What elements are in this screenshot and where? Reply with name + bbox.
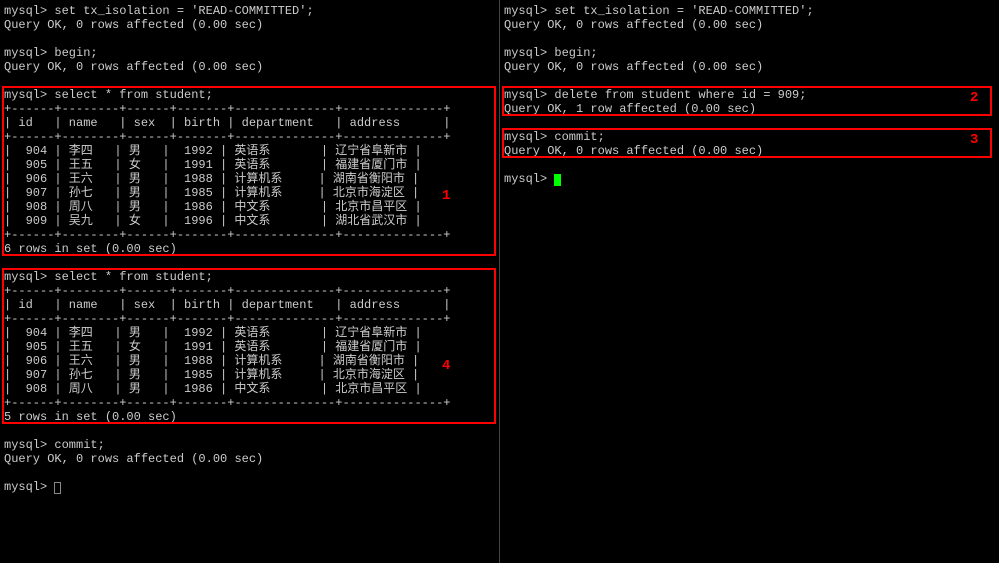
cmd-delete: mysql> delete from student where id = 90… xyxy=(504,88,995,102)
cmd-set-isolation: mysql> set tx_isolation = 'READ-COMMITTE… xyxy=(4,4,495,18)
prompt[interactable]: mysql> xyxy=(504,172,995,186)
table-row: | 904 | 李四 | 男 | 1992 | 英语系 | 辽宁省阜新市 | xyxy=(4,144,495,158)
blank xyxy=(4,74,495,88)
table-border: +------+--------+------+-------+--------… xyxy=(4,228,495,242)
table-row: | 904 | 李四 | 男 | 1992 | 英语系 | 辽宁省阜新市 | xyxy=(4,326,495,340)
table-row: | 907 | 孙七 | 男 | 1985 | 计算机系 | 北京市海淀区 | xyxy=(4,186,495,200)
blank xyxy=(504,74,995,88)
table-row: | 906 | 王六 | 男 | 1988 | 计算机系 | 湖南省衡阳市 | xyxy=(4,354,495,368)
result-ok: Query OK, 0 rows affected (0.00 sec) xyxy=(504,60,995,74)
blank xyxy=(504,116,995,130)
table-border: +------+--------+------+-------+--------… xyxy=(4,312,495,326)
blank xyxy=(504,32,995,46)
cmd-begin: mysql> begin; xyxy=(4,46,495,60)
cmd-begin: mysql> begin; xyxy=(504,46,995,60)
blank xyxy=(4,256,495,270)
result-ok: Query OK, 1 row affected (0.00 sec) xyxy=(504,102,995,116)
rows-in-set: 5 rows in set (0.00 sec) xyxy=(4,410,495,424)
cmd-set-isolation: mysql> set tx_isolation = 'READ-COMMITTE… xyxy=(504,4,995,18)
result-ok: Query OK, 0 rows affected (0.00 sec) xyxy=(504,144,995,158)
rows-in-set: 6 rows in set (0.00 sec) xyxy=(4,242,495,256)
table-row: | 906 | 王六 | 男 | 1988 | 计算机系 | 湖南省衡阳市 | xyxy=(4,172,495,186)
table-row: | 905 | 王五 | 女 | 1991 | 英语系 | 福建省厦门市 | xyxy=(4,158,495,172)
result-ok: Query OK, 0 rows affected (0.00 sec) xyxy=(504,18,995,32)
prompt[interactable]: mysql> xyxy=(4,480,495,494)
cmd-select2: mysql> select * from student; xyxy=(4,270,495,284)
table-row: | 905 | 王五 | 女 | 1991 | 英语系 | 福建省厦门市 | xyxy=(4,340,495,354)
result-ok: Query OK, 0 rows affected (0.00 sec) xyxy=(4,452,495,466)
cursor-icon xyxy=(54,482,61,494)
terminal-right[interactable]: mysql> set tx_isolation = 'READ-COMMITTE… xyxy=(500,0,999,563)
cmd-select1: mysql> select * from student; xyxy=(4,88,495,102)
table-border: +------+--------+------+-------+--------… xyxy=(4,284,495,298)
result-ok: Query OK, 0 rows affected (0.00 sec) xyxy=(4,18,495,32)
terminal-left[interactable]: mysql> set tx_isolation = 'READ-COMMITTE… xyxy=(0,0,500,563)
table-header: | id | name | sex | birth | department |… xyxy=(4,298,495,312)
blank xyxy=(4,466,495,480)
table-row: | 909 | 吴九 | 女 | 1996 | 中文系 | 湖北省武汉市 | xyxy=(4,214,495,228)
blank xyxy=(504,158,995,172)
blank xyxy=(4,424,495,438)
table-header: | id | name | sex | birth | department |… xyxy=(4,116,495,130)
table-border: +------+--------+------+-------+--------… xyxy=(4,396,495,410)
result-ok: Query OK, 0 rows affected (0.00 sec) xyxy=(4,60,495,74)
cursor-icon xyxy=(554,174,561,186)
table-row: | 907 | 孙七 | 男 | 1985 | 计算机系 | 北京市海淀区 | xyxy=(4,368,495,382)
table-border: +------+--------+------+-------+--------… xyxy=(4,102,495,116)
cmd-commit: mysql> commit; xyxy=(4,438,495,452)
table-row: | 908 | 周八 | 男 | 1986 | 中文系 | 北京市昌平区 | xyxy=(4,200,495,214)
table-border: +------+--------+------+-------+--------… xyxy=(4,130,495,144)
blank xyxy=(4,32,495,46)
cmd-commit: mysql> commit; xyxy=(504,130,995,144)
table-row: | 908 | 周八 | 男 | 1986 | 中文系 | 北京市昌平区 | xyxy=(4,382,495,396)
